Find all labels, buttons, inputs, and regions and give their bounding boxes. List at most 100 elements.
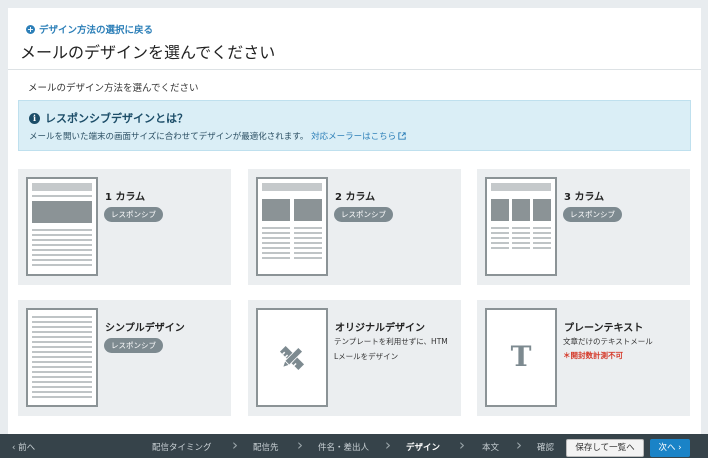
responsive-info-box: i レスポンシブデザインとは？ メールを開いた端末の画面サイズに合わせてデザイン… (18, 100, 691, 151)
thumb-line (533, 242, 551, 244)
responsive-badge: レスポンシブ (104, 207, 163, 222)
thumb-line (533, 227, 551, 229)
thumb-line (32, 381, 92, 383)
thumb-line (294, 247, 322, 249)
thumb-line (32, 376, 92, 378)
thumb-line (32, 326, 92, 328)
card-description: テンプレートを利用せずに、HTM Lメールをデザイン (334, 334, 456, 364)
thumb-line (32, 336, 92, 338)
thumb-image (491, 199, 509, 221)
template-card-1-column[interactable]: 1 カラム レスポンシブ (18, 169, 231, 285)
card-title: オリジナルデザイン (335, 323, 425, 334)
supported-mailers-label: 対応メーラーはこちら (311, 132, 397, 142)
template-card-2-column[interactable]: 2 カラム レスポンシブ (248, 169, 461, 285)
thumb-line (262, 227, 290, 229)
thumb-line (32, 195, 92, 197)
thumb-line (294, 237, 322, 239)
wizard-footer: ‹ 前へ 配信タイミング › 配信先 › 件名・差出人 › デザイン › 本文 … (0, 434, 708, 458)
responsive-badge: レスポンシブ (334, 207, 393, 222)
chevron-right-icon: › (678, 443, 682, 453)
thumb-image (262, 199, 290, 221)
external-link-icon (398, 132, 406, 140)
thumb-line (294, 232, 322, 234)
thumb-line (294, 252, 322, 254)
info-text: メールを開いた端末の画面サイズに合わせてデザインが最適化されます。 対応メーラー… (29, 130, 406, 142)
thumb-line (32, 229, 92, 231)
simple-design-thumbnail-icon (26, 308, 98, 407)
thumb-line (262, 237, 290, 239)
save-and-list-button[interactable]: 保存して一覧へ (566, 439, 644, 457)
card-title: 3 カラム (564, 192, 605, 203)
prev-button[interactable]: ‹ 前へ (12, 441, 35, 453)
back-link-label: デザイン方法の選択に戻る (39, 25, 154, 36)
thumb-line (512, 237, 530, 239)
info-title: i レスポンシブデザインとは？ (29, 110, 188, 126)
thumb-line (32, 264, 92, 266)
thumb-line (32, 239, 92, 241)
divider (8, 69, 701, 70)
thumb-header (32, 183, 92, 191)
info-icon: i (29, 112, 40, 124)
step-design[interactable]: デザイン (406, 441, 440, 453)
thumb-line (491, 237, 509, 239)
thumb-line (32, 346, 92, 348)
thumb-line (294, 257, 322, 259)
thumb-line (491, 242, 509, 244)
thumb-line (32, 321, 92, 323)
thumb-line (491, 247, 509, 249)
template-card-original[interactable]: オリジナルデザイン テンプレートを利用せずに、HTM Lメールをデザイン (248, 300, 461, 416)
thumb-image (512, 199, 530, 221)
thumb-line (32, 391, 92, 393)
step-recipients[interactable]: 配信先 (253, 441, 279, 453)
thumb-line (512, 242, 530, 244)
card-title: シンプルデザイン (105, 323, 185, 334)
step-confirm[interactable]: 確認 (537, 441, 554, 453)
thumb-line (512, 232, 530, 234)
step-body[interactable]: 本文 (482, 441, 499, 453)
prev-label: 前へ (18, 443, 36, 453)
original-design-thumbnail (256, 308, 328, 407)
thumb-line (32, 259, 92, 261)
thumb-line (294, 242, 322, 244)
thumb-line (32, 316, 92, 318)
thumb-line (533, 247, 551, 249)
thumb-line (32, 366, 92, 368)
card-title: 2 カラム (335, 192, 376, 203)
template-card-3-column[interactable]: 3 カラム レスポンシブ (477, 169, 690, 285)
thumb-image (294, 199, 322, 221)
card-description-line: Lメールをデザイン (334, 352, 399, 361)
text-t-icon: T (510, 340, 532, 373)
step-timing[interactable]: 配信タイミング (152, 441, 212, 453)
responsive-badge: レスポンシブ (104, 338, 163, 353)
thumb-line (32, 331, 92, 333)
chevron-right-icon: › (297, 436, 303, 454)
next-label: 次へ (658, 443, 676, 453)
card-title: 1 カラム (105, 192, 146, 203)
page-subtitle: メールのデザイン方法を選んでください (28, 83, 199, 94)
thumb-line (262, 242, 290, 244)
template-card-simple[interactable]: シンプルデザイン レスポンシブ (18, 300, 231, 416)
chevron-right-icon: › (459, 436, 465, 454)
back-to-method-link[interactable]: + デザイン方法の選択に戻る (26, 22, 153, 36)
open-tracking-warning: ＊開封数計測不可 (563, 351, 623, 360)
next-button[interactable]: 次へ › (650, 439, 690, 457)
step-subject-sender[interactable]: 件名・差出人 (318, 441, 369, 453)
thumb-line (32, 351, 92, 353)
chevron-right-icon: › (385, 436, 391, 454)
thumb-line (262, 232, 290, 234)
thumb-line (32, 341, 92, 343)
card-description-line: テンプレートを利用せずに、HTM (334, 337, 448, 346)
thumb-line (512, 227, 530, 229)
thumb-line (491, 227, 509, 229)
two-column-thumbnail-icon (256, 177, 328, 276)
card-description: 文章だけのテキストメール (563, 337, 653, 346)
thumb-line (32, 356, 92, 358)
thumb-line (32, 244, 92, 246)
thumb-line (32, 361, 92, 363)
thumb-line (32, 249, 92, 251)
thumb-image (32, 201, 92, 223)
supported-mailers-link[interactable]: 対応メーラーはこちら (311, 132, 406, 142)
plain-text-thumbnail: T (485, 308, 557, 407)
template-card-plain-text[interactable]: T プレーンテキスト 文章だけのテキストメール ＊開封数計測不可 (477, 300, 690, 416)
thumb-line (32, 234, 92, 236)
